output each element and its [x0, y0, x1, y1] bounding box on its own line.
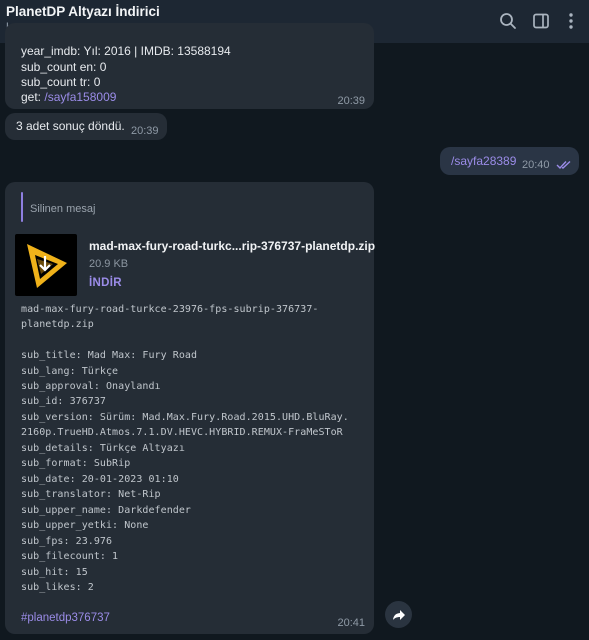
detail-line: sub_upper_yetki: None [21, 520, 149, 531]
incoming-file-message: Silinen mesaj mad-max-fury-road-turkc...… [5, 182, 375, 634]
message-text: 3 adet sonuç döndü. [16, 119, 125, 133]
hashtag-link[interactable]: #planetdp376737 [21, 612, 110, 624]
message-line: get: /sayfa158009 [21, 90, 116, 104]
detail-line: 2160p.TrueHD.Atmos.7.1.DV.HEVC.HYBRID.RE… [21, 427, 343, 438]
detail-line: sub_translator: Net-Rip [21, 489, 161, 500]
detail-line: planetdp.zip [21, 319, 94, 330]
incoming-message: year_imdb: Yıl: 2016 | IMDB: 13588194 su… [5, 23, 374, 109]
detail-line: sub_fps: 23.976 [21, 536, 113, 547]
get-label: get: [21, 90, 45, 104]
forward-icon [392, 609, 405, 620]
detail-line: sub_details: Türkçe Altyazı [21, 443, 185, 454]
detail-line: sub_format: SubRip [21, 458, 131, 469]
file-size: 20.9 KB [89, 258, 129, 270]
chat-area: year_imdb: Yıl: 2016 | IMDB: 13588194 su… [0, 23, 589, 640]
download-button[interactable]: İNDİR [89, 277, 122, 289]
detail-line: sub_approval: Onaylandı [21, 381, 161, 392]
reply-preview[interactable]: Silinen mesaj [30, 203, 95, 215]
reply-bar [21, 192, 23, 222]
more-vertical-icon[interactable] [560, 10, 582, 32]
detail-line: sub_id: 376737 [21, 396, 106, 407]
detail-line: sub_upper_name: Darkdefender [21, 505, 191, 516]
file-thumbnail[interactable] [15, 234, 77, 296]
search-icon[interactable] [497, 10, 519, 32]
detail-line: sub_hit: 15 [21, 567, 88, 578]
detail-line: sub_date: 20-01-2023 01:10 [21, 474, 179, 485]
detail-line: sub_title: Mad Max: Fury Road [21, 350, 198, 361]
detail-line: sub_version: Sürüm: Mad.Max.Fury.Road.20… [21, 412, 349, 423]
read-double-check-icon [556, 160, 571, 170]
forward-button[interactable] [385, 601, 412, 628]
incoming-message: 3 adet sonuç döndü. 20:39 [5, 113, 167, 140]
detail-line: sub_filecount: 1 [21, 551, 119, 562]
message-line: sub_count tr: 0 [21, 75, 101, 89]
detail-line: sub_lang: Türkçe [21, 366, 119, 377]
command-link[interactable]: /sayfa28389 [451, 154, 516, 168]
message-time: 20:39 [131, 125, 159, 137]
sidebar-toggle-icon[interactable] [530, 10, 552, 32]
chat-title[interactable]: PlanetDP Altyazı İndirici [6, 4, 160, 19]
outgoing-message: /sayfa28389 20:40 [440, 147, 579, 175]
detail-line: sub_likes: 2 [21, 582, 94, 593]
message-line: year_imdb: Yıl: 2016 | IMDB: 13588194 [21, 44, 231, 58]
planetdp-logo-icon [27, 244, 67, 288]
message-time: 20:39 [337, 95, 365, 107]
detail-line: mad-max-fury-road-turkce-23976-fps-subri… [21, 304, 319, 315]
command-link[interactable]: /sayfa158009 [44, 90, 116, 104]
file-name[interactable]: mad-max-fury-road-turkc...rip-376737-pla… [89, 239, 375, 253]
message-time: 20:41 [337, 617, 365, 629]
message-line: sub_count en: 0 [21, 60, 107, 74]
message-time: 20:40 [522, 159, 550, 171]
